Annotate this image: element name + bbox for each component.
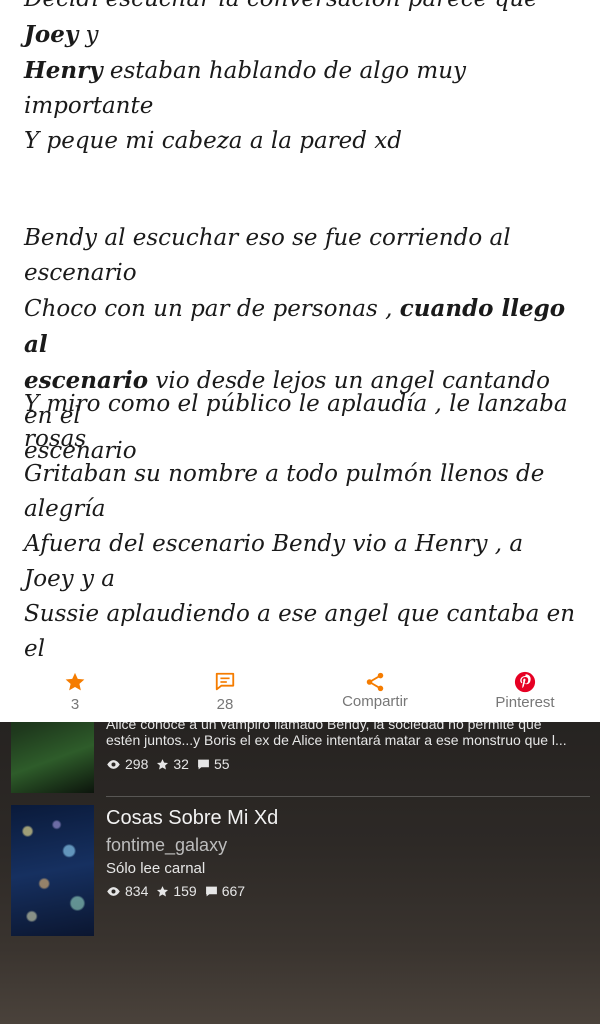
comment-count: 28 [216, 696, 234, 713]
story-cover-image[interactable] [11, 722, 94, 793]
pinterest-label: Pinterest [495, 694, 555, 711]
eye-icon [107, 886, 120, 896]
story-text: y [78, 22, 99, 48]
votes-stat: 32 [156, 756, 189, 772]
comments-stat: 55 [197, 756, 230, 772]
story-author[interactable]: fontime_galaxy [106, 835, 227, 856]
story-bold-text: Henry [24, 57, 103, 84]
story-line: Y peque mi cabeza a la pared xd [24, 128, 403, 154]
star-icon [65, 672, 85, 691]
story-action-bar: 3 28 Compartir Pinterest [0, 665, 600, 722]
reads-stat: 834 [106, 883, 148, 899]
story-bold-text: Joey [24, 21, 79, 48]
comment-button[interactable]: 28 [150, 665, 300, 722]
story-text: Decidí escuchar la conversación parece q… [24, 0, 538, 12]
story-stats: 834 159 667 [106, 883, 253, 899]
comment-icon [205, 886, 217, 896]
votes-count: 32 [173, 756, 189, 772]
star-icon [157, 758, 169, 769]
story-cover-image[interactable] [11, 805, 94, 936]
share-button[interactable]: Compartir [300, 665, 450, 722]
votes-stat: 159 [156, 883, 197, 899]
pinterest-button[interactable]: Pinterest [450, 665, 600, 722]
divider [106, 796, 590, 797]
story-stats: 298 32 55 [106, 756, 238, 772]
story-description: Sólo lee carnal [106, 860, 206, 877]
comments-count: 667 [221, 883, 246, 899]
story-content: Decidí escuchar la conversación parece q… [0, 0, 600, 665]
story-paragraph: Y miro como el público le aplaudía , le … [24, 387, 580, 665]
related-stories: Alice conoce a un vampiro llamado Bendy,… [0, 722, 600, 1024]
story-line: Henry estaban hablando de algo muy impor… [24, 53, 580, 124]
story-line: alegría [24, 496, 106, 522]
story-line: Y miro como el público le aplaudía , le … [24, 391, 568, 417]
vote-count: 3 [70, 696, 80, 713]
share-icon [366, 672, 384, 692]
share-label: Compartir [342, 693, 408, 710]
story-line: Afuera del escenario Bendy vio a Henry ,… [24, 531, 524, 592]
vote-button[interactable]: 3 [0, 665, 150, 722]
story-description: estén juntos...y Boris el ex de Alice in… [106, 732, 567, 748]
comments-count: 55 [213, 756, 230, 772]
votes-count: 159 [173, 883, 197, 899]
story-line: Sussie aplaudiendo a ese angel que canta… [24, 601, 576, 662]
story-text: Choco con un par de personas , [24, 296, 400, 322]
reads-count: 834 [125, 883, 149, 899]
story-line: Bendy al escuchar eso se fue corriendo a… [24, 225, 511, 286]
story-line: Choco con un par de personas , cuando ll… [24, 291, 580, 363]
comment-icon [215, 672, 235, 691]
story-line: rosas [24, 426, 87, 452]
story-title[interactable]: Cosas Sobre Mi Xd [106, 807, 278, 830]
story-line: Decidí escuchar la conversación parece q… [24, 0, 580, 53]
comments-stat: 667 [205, 883, 245, 899]
story-paragraph: Decidí escuchar la conversación parece q… [24, 0, 580, 159]
star-icon [157, 885, 169, 896]
reads-count: 298 [125, 756, 149, 772]
pinterest-icon [514, 671, 536, 693]
comment-icon [198, 759, 209, 769]
reads-stat: 298 [106, 756, 148, 772]
eye-icon [107, 759, 120, 769]
story-line: Gritaban su nombre a todo pulmón llenos … [24, 461, 545, 487]
